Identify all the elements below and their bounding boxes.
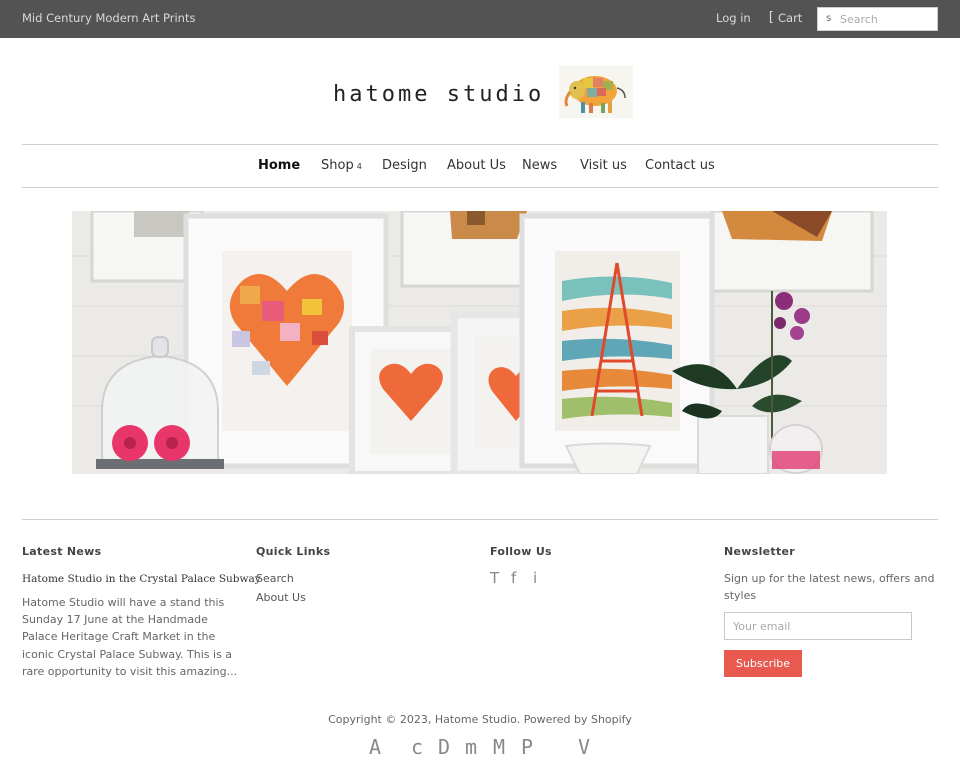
login-link[interactable]: Log in (716, 11, 751, 25)
quick-link-search[interactable]: Search (256, 572, 294, 585)
nav-about-us-label: About Us (447, 158, 506, 173)
site-logo[interactable]: hatome studio (333, 62, 633, 122)
nav-contact-us-label: Contact us (645, 158, 715, 173)
nav-news-label: News (522, 158, 558, 173)
nav-visit-us-label: Visit us (580, 158, 627, 173)
newsletter-email-field[interactable] (724, 612, 912, 640)
paypal-icon: P (521, 735, 534, 759)
quick-links-heading: Quick Links (256, 545, 331, 558)
copyright-text: Copyright © 2023, Hatome Studio. Powered… (328, 713, 632, 726)
top-bar: Mid Century Modern Art Prints Log in [ C… (0, 0, 960, 38)
facebook-icon[interactable]: f (511, 569, 516, 587)
mastercard-icon: M (493, 735, 506, 759)
latest-news-heading: Latest News (22, 545, 102, 558)
logo-text: hatome studio (333, 82, 545, 107)
nav-visit-us[interactable]: Visit us (580, 158, 627, 173)
nav-contact-us[interactable]: Contact us (645, 158, 715, 173)
hero-image (72, 211, 887, 474)
footer-divider (22, 519, 938, 520)
american-express-icon: A (369, 735, 382, 759)
instagram-icon[interactable]: i (533, 569, 537, 587)
search-input[interactable] (840, 9, 934, 29)
chevron-down-icon: 4 (356, 162, 362, 171)
nav-about-us[interactable]: About Us (447, 158, 506, 173)
nav-shop[interactable]: Shop 4 (321, 158, 362, 173)
newsletter-text: Sign up for the latest news, offers and … (724, 572, 935, 603)
newsletter-heading: Newsletter (724, 545, 796, 558)
news-article-excerpt: Hatome Studio will have a stand this Sun… (22, 596, 238, 678)
twitter-icon[interactable]: T (490, 569, 499, 587)
follow-us-heading: Follow Us (490, 545, 552, 558)
nav-news[interactable]: News (522, 158, 557, 173)
apple-pay-icon: c (411, 735, 424, 759)
nav-shop-label: Shop (321, 158, 354, 173)
search-icon[interactable]: s (826, 13, 831, 24)
main-nav: Home Shop 4 Design About Us News Visit us… (0, 158, 960, 176)
payment-icons: A c D m M P V (0, 735, 960, 761)
visa-icon: V (578, 735, 591, 759)
nav-home[interactable]: Home (258, 158, 300, 173)
cart-link[interactable]: Cart (778, 11, 802, 25)
news-article-title[interactable]: Hatome Studio in the Crystal Palace Subw… (22, 573, 261, 585)
nav-home-label: Home (258, 158, 301, 173)
quick-link-about-us[interactable]: About Us (256, 591, 306, 604)
maestro-icon: m (465, 735, 478, 759)
nav-design-label: Design (382, 158, 427, 173)
cart-icon[interactable]: [ (767, 10, 775, 25)
store-tagline: Mid Century Modern Art Prints (22, 11, 196, 25)
nav-design[interactable]: Design (382, 158, 427, 173)
diners-club-icon: D (438, 735, 451, 759)
elephant-logo-icon (559, 66, 633, 118)
subscribe-button[interactable]: Subscribe (724, 650, 802, 677)
hero-illustration (72, 211, 887, 474)
nav-bottom-divider (22, 187, 938, 188)
search-box: s (817, 7, 938, 31)
nav-top-divider (22, 144, 938, 145)
